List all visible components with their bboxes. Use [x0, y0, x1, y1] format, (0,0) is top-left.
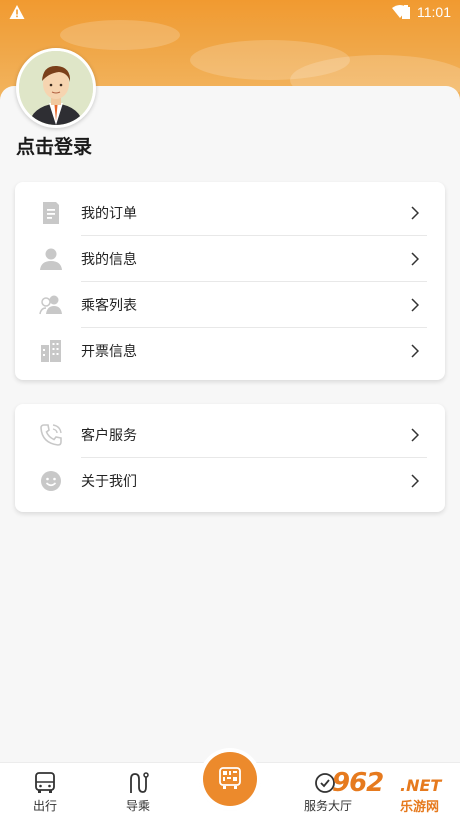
bus-qrcode-icon	[219, 767, 241, 789]
watermark-brand: 962	[332, 768, 384, 798]
menu-item-label: 关于我们	[81, 474, 137, 490]
menu-card-support: 客户服务 关于我们	[15, 404, 445, 512]
route-icon	[130, 772, 149, 793]
chevron-right-icon	[411, 344, 419, 358]
nav-label: 导乘	[125, 799, 150, 813]
chevron-right-icon	[411, 298, 419, 312]
watermark-site: 乐游网	[400, 800, 440, 815]
menu-item-my-orders[interactable]: 我的订单	[15, 190, 445, 236]
menu-item-about-us[interactable]: 关于我们	[15, 458, 445, 504]
menu-item-passenger-list[interactable]: 乘客列表	[15, 282, 445, 328]
chevron-right-icon	[411, 252, 419, 266]
passengers-icon	[39, 295, 62, 315]
warning-icon	[9, 5, 25, 19]
avatar[interactable]	[16, 48, 96, 128]
nav-item-travel[interactable]: 出行	[15, 763, 75, 819]
menu-item-customer-service[interactable]: 客户服务	[15, 412, 445, 458]
nav-label: 出行	[32, 799, 57, 813]
chevron-right-icon	[411, 474, 419, 488]
watermark-logo: 962 .NET 乐游网	[318, 768, 460, 816]
menu-item-invoice-info[interactable]: 开票信息	[15, 328, 445, 374]
person-icon	[40, 248, 62, 270]
document-icon	[43, 202, 59, 224]
menu-item-label: 客户服务	[81, 428, 137, 444]
menu-item-label: 乘客列表	[81, 298, 137, 314]
status-time: 11:01	[417, 4, 451, 20]
phone-icon	[40, 424, 62, 446]
scan-ride-button[interactable]	[203, 752, 257, 806]
menu-item-label: 我的信息	[81, 252, 137, 268]
bus-icon	[35, 772, 55, 793]
menu-item-my-info[interactable]: 我的信息	[15, 236, 445, 282]
watermark-suffix: .NET	[400, 776, 442, 795]
nav-item-guide[interactable]: 导乘	[108, 763, 168, 819]
chevron-right-icon	[411, 428, 419, 442]
smiley-icon	[41, 471, 61, 491]
user-avatar-icon	[19, 51, 93, 125]
menu-card-account: 我的订单 我的信息 乘客列表 开票信息	[15, 182, 445, 380]
login-link[interactable]: 点击登录	[16, 132, 92, 159]
status-bar: 11:01	[0, 0, 460, 26]
menu-item-label: 我的订单	[81, 206, 137, 222]
menu-item-label: 开票信息	[81, 344, 137, 360]
battery-icon	[402, 5, 410, 19]
chevron-right-icon	[411, 206, 419, 220]
building-icon	[41, 340, 61, 362]
